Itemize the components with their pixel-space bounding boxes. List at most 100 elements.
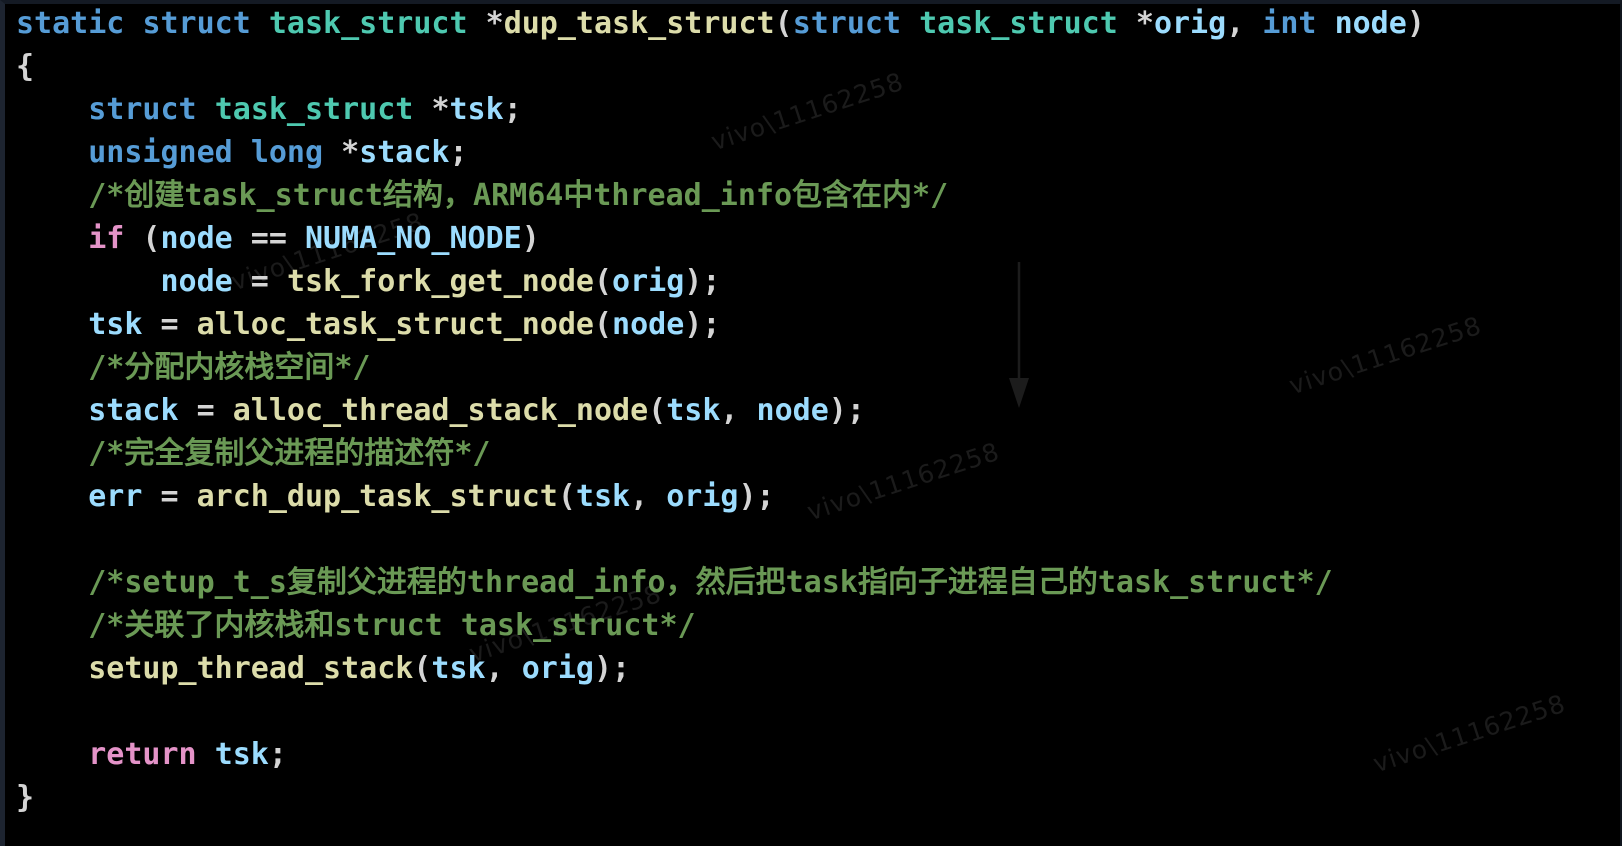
code-token-pun <box>16 436 88 471</box>
code-token-type: task_struct <box>919 6 1136 41</box>
code-line[interactable]: { <box>16 45 1425 88</box>
code-line[interactable]: stack = alloc_thread_stack_node(tsk, nod… <box>16 389 1425 432</box>
code-token-cmt: /*setup_t_s复制父进程的thread_info，然后把task指向子进… <box>88 565 1333 600</box>
code-token-pun: ) <box>1406 6 1425 41</box>
code-token-pun: ) <box>521 221 540 256</box>
code-token-var: tsk <box>88 307 143 342</box>
code-token-kw: struct <box>792 6 920 41</box>
code-line[interactable]: /*完全复制父进程的描述符*/ <box>16 432 1425 475</box>
code-token-var: node <box>1334 6 1407 41</box>
code-token-ctl: return <box>88 737 197 772</box>
code-line[interactable]: return tsk; <box>16 733 1425 776</box>
code-line[interactable]: setup_thread_stack(tsk, orig); <box>16 647 1425 690</box>
code-token-kw: struct <box>88 92 215 127</box>
code-token-fn: arch_dup_task_struct <box>196 479 558 514</box>
code-token-pun: = <box>142 479 197 514</box>
code-token-kw: long <box>250 135 342 170</box>
code-line[interactable]: static struct task_struct *dup_task_stru… <box>16 2 1425 45</box>
code-token-pun <box>16 178 88 213</box>
code-token-fn: alloc_thread_stack_node <box>232 393 649 428</box>
code-token-kw: struct <box>142 6 269 41</box>
code-line[interactable]: /*创建task_struct结构，ARM64中thread_info包含在内*… <box>16 174 1425 217</box>
code-token-pun <box>16 608 88 643</box>
code-token-var: NUMA_NO_NODE <box>305 221 522 256</box>
code-token-fn: dup_task_struct <box>503 6 775 41</box>
code-line[interactable] <box>16 518 1425 561</box>
code-token-cmt: /*完全复制父进程的描述符*/ <box>88 436 491 471</box>
code-token-type: task_struct <box>214 92 432 127</box>
code-token-var: orig <box>666 479 739 514</box>
code-token-pun <box>16 479 88 514</box>
code-token-pun: ( <box>557 479 576 514</box>
code-token-cmt: /*关联了内核栈和struct task_struct*/ <box>88 608 696 643</box>
code-token-pun: ; <box>449 135 468 170</box>
code-token-pun: * <box>485 6 504 41</box>
code-token-cmt: /*创建task_struct结构，ARM64中thread_info包含在内*… <box>88 178 949 213</box>
code-line[interactable]: /*关联了内核栈和struct task_struct*/ <box>16 604 1425 647</box>
code-token-pun: ); <box>593 651 631 686</box>
code-token-type: task_struct <box>268 6 486 41</box>
code-token-var: err <box>88 479 143 514</box>
code-token-pun: = <box>232 264 287 299</box>
code-token-pun: { <box>16 49 35 84</box>
code-token-pun <box>16 135 88 170</box>
code-token-var: node <box>612 307 685 342</box>
code-token-kw: static <box>16 6 143 41</box>
code-line[interactable]: tsk = alloc_task_struct_node(node); <box>16 303 1425 346</box>
code-token-var: orig <box>1153 6 1227 41</box>
code-line[interactable]: err = arch_dup_task_struct(tsk, orig); <box>16 475 1425 518</box>
code-token-pun <box>16 393 88 428</box>
code-line[interactable]: node = tsk_fork_get_node(orig); <box>16 260 1425 303</box>
code-token-pun <box>197 737 215 772</box>
code-token-var: node <box>160 221 233 256</box>
code-token-kw: unsigned <box>88 135 251 170</box>
code-token-pun: * <box>1135 6 1154 41</box>
code-token-cmt: /*分配内核栈空间*/ <box>88 350 371 385</box>
code-token-var: stack <box>359 135 450 170</box>
code-token-pun: = <box>178 393 233 428</box>
code-token-pun: , <box>485 651 522 686</box>
code-token-pun: ( <box>774 6 793 41</box>
code-line[interactable] <box>16 690 1425 733</box>
code-token-fn: tsk_fork_get_node <box>286 264 594 299</box>
code-token-pun: == <box>232 221 305 256</box>
code-token-pun <box>16 264 161 299</box>
code-line[interactable]: if (node == NUMA_NO_NODE) <box>16 217 1425 260</box>
code-token-var: tsk <box>666 393 721 428</box>
code-token-var: orig <box>521 651 594 686</box>
code-token-pun <box>16 565 88 600</box>
code-line[interactable]: struct task_struct *tsk; <box>16 88 1425 131</box>
code-token-pun: ; <box>503 92 522 127</box>
code-token-var: tsk <box>575 479 631 514</box>
code-line[interactable]: /*分配内核栈空间*/ <box>16 346 1425 389</box>
code-token-var: tsk <box>449 92 504 127</box>
code-token-var: tsk <box>214 737 269 772</box>
code-token-pun: = <box>142 307 197 342</box>
code-token-pun: ); <box>684 264 721 299</box>
code-token-var: node <box>756 393 829 428</box>
code-token-pun: , <box>1226 6 1263 41</box>
code-token-pun: ; <box>268 737 287 772</box>
code-token-fn: alloc_task_struct_node <box>196 307 594 342</box>
code-token-pun: ); <box>828 393 865 428</box>
code-token-pun: ( <box>413 651 432 686</box>
code-token-var: stack <box>88 393 179 428</box>
code-block[interactable]: static struct task_struct *dup_task_stru… <box>0 0 1425 819</box>
code-token-var: tsk <box>431 651 486 686</box>
down-arrow-icon <box>1004 262 1038 410</box>
code-line[interactable]: /*setup_t_s复制父进程的thread_info，然后把task指向子进… <box>16 561 1425 604</box>
code-token-var: orig <box>612 264 685 299</box>
code-token-pun: , <box>720 393 757 428</box>
code-line[interactable]: unsigned long *stack; <box>16 131 1425 174</box>
code-screenshot: vivo\11162258 vivo\11162258 vivo\11162258 v… <box>0 0 1622 846</box>
code-token-pun: * <box>431 92 450 127</box>
code-token-pun <box>16 92 88 127</box>
code-token-pun <box>16 651 88 686</box>
code-token-pun: ( <box>124 221 161 256</box>
code-token-pun: } <box>16 780 35 815</box>
code-token-pun: ); <box>738 479 775 514</box>
code-token-pun: , <box>630 479 667 514</box>
code-line[interactable]: } <box>16 776 1425 819</box>
code-token-pun: ); <box>684 307 721 342</box>
code-token-pun: ( <box>648 393 667 428</box>
